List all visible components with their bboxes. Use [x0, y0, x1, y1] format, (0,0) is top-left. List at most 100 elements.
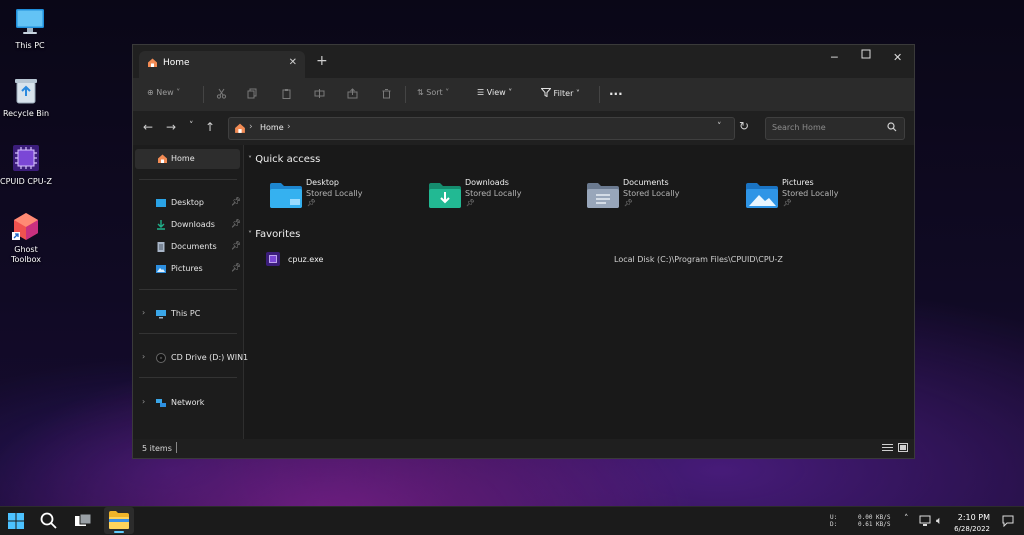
pictures-icon: [156, 264, 166, 274]
nav-item-label: Network: [171, 398, 205, 407]
quick-access-documents[interactable]: Documents Stored Locally 📌︎: [587, 178, 737, 214]
new-button[interactable]: ⊕ New ˅: [147, 88, 180, 97]
close-window-button[interactable]: ✕: [893, 51, 902, 64]
tile-status: Stored Locally: [782, 189, 839, 198]
forward-arrow-icon[interactable]: →: [166, 120, 176, 134]
search-placeholder: Search Home: [772, 123, 826, 132]
documents-folder-icon: [587, 182, 619, 208]
quick-access-pictures[interactable]: Pictures Stored Locally 📌︎: [746, 178, 896, 214]
up-arrow-icon[interactable]: ↑: [205, 120, 215, 134]
sort-button[interactable]: ⇅ Sort ˅: [417, 88, 449, 97]
home-icon: [157, 153, 167, 163]
tile-name: Pictures: [782, 178, 814, 187]
search-icon: [40, 512, 57, 529]
toolbar-divider: [599, 86, 600, 103]
desktop-icon-this-pc[interactable]: This PC: [0, 6, 60, 51]
content-pane: ˅ Quick access Desktop Stored Locally 📌︎…: [244, 145, 914, 439]
net-speed-letters: U: D:: [830, 514, 838, 528]
downloads-folder-icon: [429, 182, 461, 208]
cut-icon[interactable]: [216, 88, 227, 101]
refresh-icon[interactable]: ↻: [739, 119, 749, 133]
folder-icon: [109, 511, 129, 529]
volume-icon[interactable]: 🔈︎: [936, 514, 943, 528]
address-dropdown-icon[interactable]: ˅: [717, 122, 722, 132]
tile-name: Downloads: [465, 178, 509, 187]
pin-icon: 📌︎: [466, 199, 475, 207]
expand-chevron-icon[interactable]: ›: [142, 397, 145, 406]
desktop-icon-label: This PC: [15, 41, 45, 50]
breadcrumb-home[interactable]: Home: [260, 123, 284, 132]
filter-button[interactable]: Filter ˅: [540, 88, 580, 98]
status-divider: [176, 442, 177, 453]
pictures-folder-icon: [746, 182, 778, 208]
delete-icon[interactable]: [381, 88, 392, 101]
details-view-icon[interactable]: [882, 443, 893, 456]
pin-icon: 📌︎: [231, 219, 242, 228]
pin-icon: 📌︎: [231, 263, 242, 272]
nav-item-this-pc[interactable]: › This PC: [133, 304, 243, 324]
tray-overflow-chevron-icon[interactable]: ˄: [904, 514, 909, 524]
nav-item-network[interactable]: › Network: [133, 393, 243, 413]
time: 2:10 PM: [957, 513, 990, 522]
task-view-button[interactable]: [73, 511, 95, 531]
paste-icon[interactable]: [281, 88, 292, 101]
nav-item-home[interactable]: Home: [135, 149, 240, 169]
expand-chevron-icon[interactable]: ›: [142, 352, 145, 361]
more-options-button[interactable]: ...: [609, 84, 623, 98]
tab-home[interactable]: Home ✕: [139, 51, 305, 78]
view-list-icon: ☰: [477, 88, 485, 97]
nav-item-cd-drive[interactable]: › CD Drive (D:) WIN1: [133, 348, 248, 368]
network-status-icon[interactable]: [919, 515, 931, 530]
network-icon: [156, 398, 166, 408]
title-bar: Home ✕ + ─ ✕: [133, 45, 914, 78]
nav-divider: [139, 333, 237, 334]
new-tab-button[interactable]: +: [316, 53, 328, 69]
desktop-icon-label: CPUID CPU-Z: [0, 177, 52, 186]
view-button[interactable]: ☰ View ˅: [477, 88, 512, 97]
desktop-icon-cpu-z[interactable]: CPUID CPU-Z: [0, 142, 56, 187]
monitor-icon: [156, 309, 166, 319]
nav-divider: [139, 179, 237, 180]
clock[interactable]: 2:10 PM 6/28/2022: [954, 512, 990, 535]
quick-access-header[interactable]: ˅ Quick access: [248, 154, 320, 165]
quick-access-downloads[interactable]: Downloads Stored Locally 📌︎: [429, 178, 579, 214]
search-box[interactable]: Search Home: [765, 117, 905, 140]
favorites-header[interactable]: ˅ Favorites: [248, 229, 300, 240]
nav-item-desktop[interactable]: Desktop 📌︎: [133, 193, 243, 213]
taskbar: U: D: 0.00 KB/S 0.61 KB/S ˄ 🔈︎ 2:10 PM 6…: [0, 506, 1024, 535]
nav-item-pictures[interactable]: Pictures 📌︎: [133, 259, 243, 279]
start-button[interactable]: [6, 511, 28, 531]
desktop-icon-recycle-bin[interactable]: Recycle Bin: [0, 74, 56, 119]
copy-icon[interactable]: [247, 88, 258, 101]
nav-item-documents[interactable]: Documents 📌︎: [133, 237, 243, 257]
favorite-row-cpuz[interactable]: cpuz.exe Local Disk (C:)\Program Files\C…: [266, 251, 906, 269]
recent-locations-chevron-icon[interactable]: ˅: [189, 121, 194, 131]
breadcrumb-chevron-icon[interactable]: ›: [287, 122, 291, 132]
file-explorer-taskbar-button[interactable]: [104, 507, 134, 534]
toolbar-divider: [405, 86, 406, 103]
notification-icon[interactable]: [1002, 515, 1014, 530]
back-arrow-icon[interactable]: ←: [143, 120, 153, 134]
item-count: 5 items: [142, 444, 172, 453]
windows-logo-icon: [8, 513, 24, 529]
pin-icon: 📌︎: [231, 241, 242, 250]
minimize-button[interactable]: ─: [831, 51, 838, 64]
quick-access-desktop[interactable]: Desktop Stored Locally 📌︎: [270, 178, 420, 214]
address-bar[interactable]: › Home › ˅: [228, 117, 735, 140]
tile-status: Stored Locally: [623, 189, 680, 198]
pin-icon: 📌︎: [231, 197, 242, 206]
cpu-z-icon: [10, 142, 42, 174]
tiles-view-icon[interactable]: [898, 443, 908, 456]
search-button[interactable]: [39, 511, 61, 531]
breadcrumb-chevron-icon: ›: [249, 122, 253, 132]
maximize-button[interactable]: [861, 49, 871, 62]
rename-icon[interactable]: [314, 88, 325, 101]
close-tab-icon[interactable]: ✕: [289, 57, 297, 68]
nav-item-label: Downloads: [171, 220, 215, 229]
cpu-z-icon: [266, 252, 280, 269]
nav-item-downloads[interactable]: Downloads 📌︎: [133, 215, 243, 235]
desktop-icon-ghost-toolbox[interactable]: Ghost Toolbox: [0, 210, 56, 265]
expand-chevron-icon[interactable]: ›: [142, 308, 145, 317]
share-icon[interactable]: [347, 88, 358, 101]
net-speed-meter[interactable]: 0.00 KB/S 0.61 KB/S: [858, 514, 891, 528]
